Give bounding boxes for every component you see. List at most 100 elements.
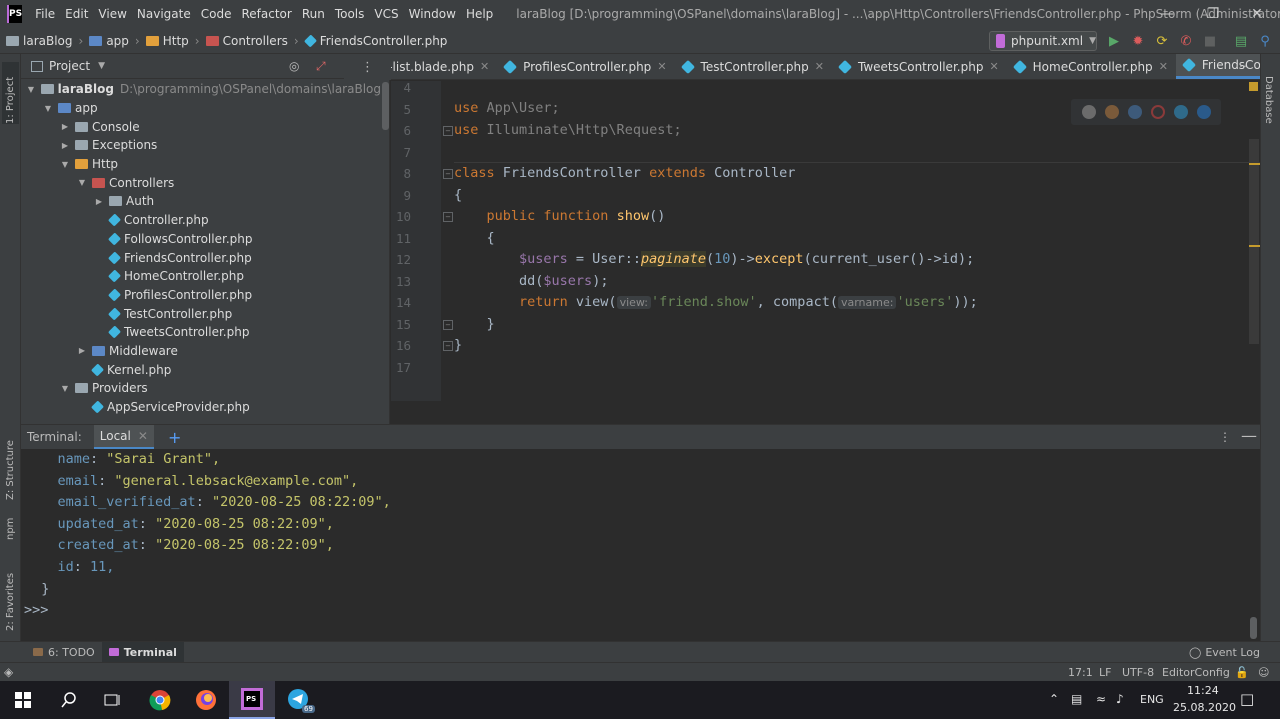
ie-browser-icon[interactable] — [1173, 105, 1188, 119]
tree-item-kernel-php[interactable]: Kernel.php — [21, 360, 381, 379]
editor-tab[interactable]: TweetsController.php ✕ — [832, 54, 1007, 79]
telegram-icon[interactable]: 69 — [276, 681, 322, 719]
favorites-tool-tab[interactable]: 2: Favorites — [2, 559, 19, 631]
terminal-options-icon[interactable]: ⋮ — [1219, 430, 1231, 444]
expanded-arrow-icon[interactable]: ▼ — [25, 85, 37, 94]
inspector-icon[interactable]: ☺ — [1258, 666, 1269, 679]
chrome-icon[interactable] — [137, 681, 183, 719]
close-tab-icon[interactable]: ✕ — [657, 60, 666, 73]
tree-item-app[interactable]: ▼ app — [21, 99, 381, 118]
terminal-icon[interactable]: ▤ — [1233, 33, 1249, 49]
fold-marker-icon[interactable]: − — [443, 126, 453, 136]
editor-tab[interactable]: ProfilesController.php ✕ — [497, 54, 674, 79]
close-tab-icon[interactable]: ✕ — [989, 60, 998, 73]
more-tabs-icon[interactable]: ⋯ — [1235, 59, 1247, 73]
menu-edit[interactable]: Edit — [60, 7, 93, 21]
tree-item-profilescontroller-php[interactable]: ProfilesController.php — [21, 286, 381, 305]
npm-tool-tab[interactable]: npm — [2, 504, 19, 540]
expanded-arrow-icon[interactable]: ▼ — [42, 104, 54, 113]
safari-browser-icon[interactable] — [1127, 105, 1142, 119]
error-stripe-mark[interactable] — [1249, 245, 1260, 247]
language-indicator[interactable]: ENG — [1140, 693, 1164, 706]
tree-item-appserviceprovider-php[interactable]: AppServiceProvider.php — [21, 398, 381, 417]
tree-item-larablog[interactable]: ▼ laraBlog D:\programming\OSPanel\domains\… — [21, 80, 381, 99]
phpstorm-logo[interactable]: PS — [7, 5, 23, 23]
todo-tool-tab[interactable]: 6: TODO — [26, 642, 102, 663]
fold-marker-icon[interactable]: − — [443, 320, 453, 330]
tree-item-auth[interactable]: ▶ Auth — [21, 192, 381, 211]
terminal-tab-local[interactable]: Local ✕ — [93, 424, 154, 450]
coverage-icon[interactable]: ⟳ — [1154, 33, 1170, 49]
search-everywhere-icon[interactable]: ⚲ — [1257, 33, 1273, 49]
edge-browser-icon[interactable] — [1196, 105, 1211, 119]
collapse-all-icon[interactable]: ⤢ — [316, 59, 326, 74]
menu-run[interactable]: Run — [297, 7, 330, 21]
tree-item-friendscontroller-php[interactable]: FriendsController.php — [21, 248, 381, 267]
terminal-tool-tab[interactable]: Terminal — [101, 641, 184, 663]
menu-view[interactable]: View — [93, 7, 131, 21]
volume-icon[interactable]: ♪ — [1116, 692, 1124, 706]
close-tab-icon[interactable]: ✕ — [138, 429, 148, 443]
opera-browser-icon[interactable] — [1150, 105, 1165, 119]
minimize-icon[interactable]: — — [1144, 0, 1190, 28]
tree-item-controller-php[interactable]: Controller.php — [21, 211, 381, 230]
editor-tab[interactable]: HomeController.php ✕ — [1007, 54, 1176, 79]
collapsed-arrow-icon[interactable]: ▶ — [76, 346, 88, 355]
breadcrumb-file[interactable]: FriendsController.php — [303, 34, 447, 48]
menu-help[interactable]: Help — [461, 7, 498, 21]
new-terminal-icon[interactable]: + — [168, 428, 181, 447]
windows-start-icon[interactable] — [0, 681, 46, 719]
close-tab-icon[interactable]: ✕ — [815, 60, 824, 73]
show-hidden-icons-icon[interactable]: ⌃ — [1049, 692, 1059, 706]
locate-file-icon[interactable]: ◎ — [289, 59, 299, 73]
terminal-prompt[interactable]: >>> — [24, 602, 48, 618]
project-tool-tab[interactable]: 1: Project — [2, 62, 19, 124]
fold-marker-icon[interactable]: − — [443, 212, 453, 222]
tree-item-tweetscontroller-php[interactable]: TweetsController.php — [21, 323, 381, 342]
close-tab-icon[interactable]: ✕ — [480, 60, 489, 73]
caret-position[interactable]: 17:1 — [1068, 666, 1093, 679]
tree-item-controllers[interactable]: ▼ Controllers — [21, 173, 381, 192]
project-view-select[interactable]: Project ▼ — [31, 59, 105, 73]
breadcrumb-app[interactable]: app › — [89, 34, 140, 48]
tree-item-testcontroller-php[interactable]: TestController.php — [21, 304, 381, 323]
clock-date[interactable]: 25.08.2020 — [1173, 701, 1236, 714]
chrome-browser-icon[interactable] — [1081, 105, 1096, 119]
collapsed-arrow-icon[interactable]: ▶ — [59, 122, 71, 131]
expanded-arrow-icon[interactable]: ▼ — [59, 160, 71, 169]
menu-code[interactable]: Code — [196, 7, 237, 21]
structure-tool-tab[interactable]: Z: Structure — [2, 414, 19, 500]
error-stripe-mark[interactable] — [1249, 163, 1260, 165]
run-configuration-select[interactable]: phpunit.xml ▼ — [989, 31, 1097, 51]
tree-item-homecontroller-php[interactable]: HomeController.php — [21, 267, 381, 286]
breadcrumb-http[interactable]: Http › — [145, 34, 200, 48]
menu-refactor[interactable]: Refactor — [236, 7, 296, 21]
tree-item-followscontroller-php[interactable]: FollowsController.php — [21, 230, 381, 249]
tree-scrollbar[interactable] — [382, 82, 389, 130]
event-log-tool-tab[interactable]: ◯ Event Log — [1182, 642, 1267, 663]
search-icon[interactable] — [46, 681, 92, 719]
phpstorm-taskbar-icon[interactable]: PS — [229, 681, 275, 719]
database-tool-tab[interactable]: Database — [1263, 76, 1274, 124]
code-editor[interactable]: 4 5 6 7 8 9 10 11 12 13 14 15 16 17 use App\User; use… — [391, 80, 1260, 401]
stop-icon[interactable]: ■ — [1202, 33, 1218, 49]
firefox-browser-icon[interactable] — [1104, 105, 1119, 119]
clock-time[interactable]: 11:24 — [1187, 684, 1219, 697]
collapsed-arrow-icon[interactable]: ▶ — [59, 141, 71, 150]
tree-item-console[interactable]: ▶ Console — [21, 117, 381, 136]
menu-file[interactable]: File — [30, 7, 60, 21]
tree-item-providers[interactable]: ▼ Providers — [21, 379, 381, 398]
expanded-arrow-icon[interactable]: ▼ — [59, 384, 71, 393]
listen-debug-icon[interactable]: ✆ — [1178, 33, 1194, 49]
hide-panel-icon[interactable]: — — [1241, 426, 1257, 445]
menu-navigate[interactable]: Navigate — [132, 7, 196, 21]
run-icon[interactable]: ▶ — [1106, 33, 1122, 49]
battery-icon[interactable]: ▤ — [1071, 692, 1082, 706]
fold-marker-icon[interactable]: − — [443, 341, 453, 351]
lock-icon[interactable]: 🔓 — [1235, 666, 1249, 679]
menu-tools[interactable]: Tools — [330, 7, 370, 21]
firefox-icon[interactable] — [183, 681, 229, 719]
line-separator[interactable]: LF — [1099, 666, 1111, 679]
tree-item-exceptions[interactable]: ▶ Exceptions — [21, 136, 381, 155]
close-tab-icon[interactable]: ✕ — [1159, 60, 1168, 73]
